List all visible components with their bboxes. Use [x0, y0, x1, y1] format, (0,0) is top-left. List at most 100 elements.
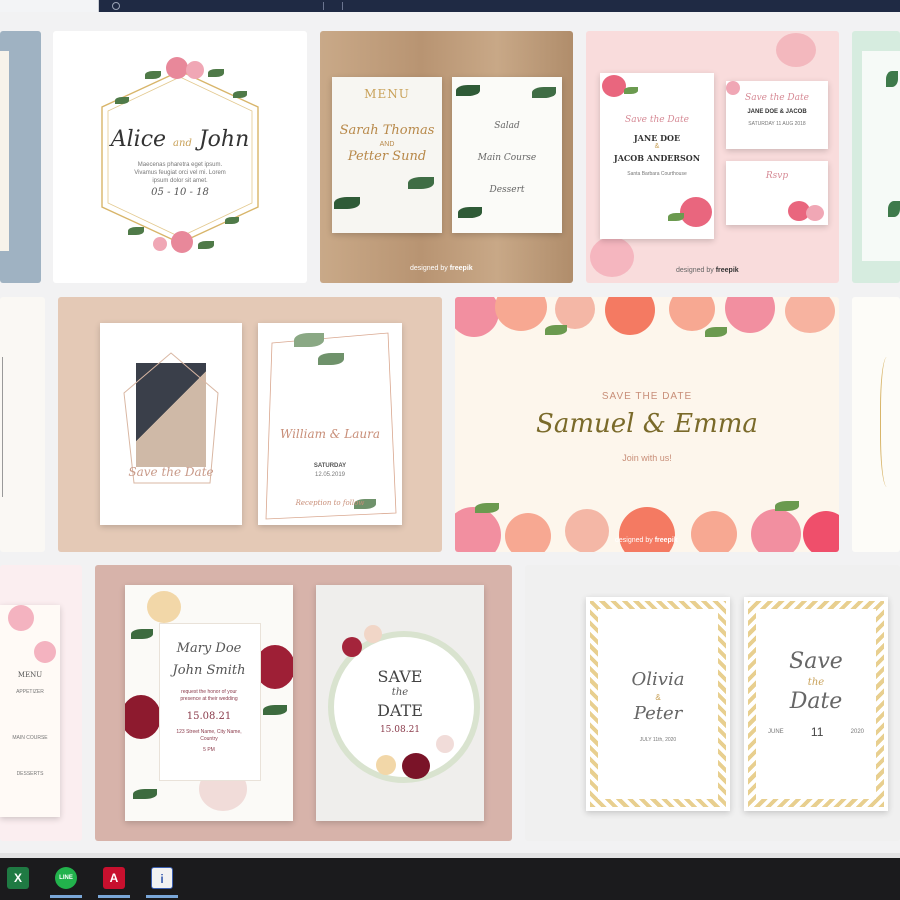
rose-decoration [153, 237, 167, 251]
save-word: Save [789, 649, 843, 674]
wedding-date: 15.08.21 [186, 711, 232, 722]
leaf-decoration [624, 87, 638, 94]
browser-top-bar [0, 0, 900, 12]
menu-card-inside: Salad Main Course Dessert [452, 77, 562, 233]
couple-names: Alice and John [53, 127, 307, 152]
taskbar-item-acrobat[interactable]: A [96, 862, 132, 898]
wedding-day: SATURDAY [313, 463, 347, 469]
course-salad: Salad [494, 121, 520, 131]
photo-card: Save the Date [100, 323, 242, 525]
flower-decoration [619, 507, 675, 552]
year: 2020 [850, 729, 864, 735]
leaf-decoration [532, 87, 556, 98]
rose-decoration [590, 237, 634, 277]
taskbar-item-line[interactable]: LINE [48, 862, 84, 898]
leaf-decoration [233, 91, 247, 98]
thumbnail-mint[interactable] [852, 31, 900, 283]
invitation-card: William & Laura SATURDAY 12.05.2019 Rece… [258, 323, 402, 525]
invitation-body: request the honor of your presence at th… [180, 689, 238, 702]
thumbnail-menu-watercolor[interactable]: MENU APPETIZER MAIN COURSE DESSERTS [0, 565, 82, 841]
thumbnail-william-laura[interactable]: Save the Date William & Laura SATURDAY 1… [58, 297, 442, 552]
leaf-decoration [225, 217, 239, 224]
and-word: AND [379, 141, 395, 148]
flower-decoration [34, 641, 56, 663]
rose-decoration [186, 61, 204, 79]
leaf-decoration [115, 97, 129, 104]
day: 11 [810, 725, 824, 739]
month: JUNE [768, 729, 784, 735]
course-main: MAIN COURSE [12, 735, 48, 741]
leaf-decoration [775, 501, 799, 511]
date-row: JUNE 11 2020 [768, 725, 864, 739]
flower-decoration [691, 511, 737, 552]
date-word: Date [789, 689, 843, 714]
leaf-decoration [545, 325, 567, 335]
flower-decoration [455, 507, 501, 552]
bride-name: Mary Doe [176, 641, 242, 656]
leaf-decoration [705, 327, 727, 337]
couple-names: JANE DOE & JACOB [747, 109, 807, 115]
menu-label: MENU [17, 671, 43, 679]
menu-card-front: MENU Sarah Thomas AND Petter Sund [332, 77, 442, 233]
toolbar-divider [342, 2, 343, 10]
taskbar-item-excel[interactable]: X [0, 862, 36, 896]
groom-name: John Smith [172, 663, 246, 678]
leaf-decoration [133, 789, 157, 799]
thumbnail-mary-john[interactable]: Mary Doe John Smith request the honor of… [95, 565, 512, 841]
rose-decoration [171, 231, 193, 253]
invitation-card: Mary Doe John Smith request the honor of… [125, 585, 293, 821]
thumbnail-blue-gold[interactable] [0, 31, 41, 283]
rose-decoration [376, 755, 396, 775]
couple-names: Samuel & Emma [536, 409, 758, 439]
join-us: Join with us! [622, 453, 672, 463]
thumbnail-sketch[interactable] [0, 297, 45, 552]
save-the-date: Save the Date [625, 115, 689, 125]
line-icon: LINE [55, 867, 77, 889]
freepik-credit: designed by freepik [615, 537, 678, 544]
thumbnail-jane-jacob[interactable]: Save the Date JANE DOE & JACOB ANDERSON … [586, 31, 839, 283]
leaf-decoration [131, 629, 153, 639]
flower-decoration [803, 511, 839, 552]
rose-decoration [364, 625, 382, 643]
flower-decoration [751, 509, 801, 552]
reception-note: Reception to follow [295, 499, 365, 507]
leaf-decoration [208, 69, 224, 77]
save-the-date-card: Save the Date JANE DOE & JACOB SATURDAY … [726, 81, 828, 149]
leaf-decoration [198, 241, 214, 249]
rose-decoration [806, 205, 824, 221]
rose-decoration [776, 33, 816, 67]
taskbar-item-app[interactable]: i [144, 862, 180, 898]
groom-name: Peter [633, 703, 683, 724]
flower-decoration [455, 297, 499, 337]
save-the-date: Save the Date [745, 93, 809, 103]
menu-card: MENU APPETIZER MAIN COURSE DESSERTS [0, 605, 60, 817]
invitation-body: Maecenas pharetra eget ipsum. Vivamus fe… [134, 162, 226, 184]
wedding-date: JULY 11th, 2020 [639, 737, 677, 743]
bride-name: Sarah Thomas [339, 123, 435, 138]
rose-decoration [680, 197, 712, 227]
and-word: and [173, 138, 192, 149]
rose-decoration [166, 57, 188, 79]
thumbnail-samuel-emma[interactable]: SAVE THE DATE Samuel & Emma Join with us… [455, 297, 839, 552]
thumbnail-menu-greenery[interactable]: MENU Sarah Thomas AND Petter Sund Salad … [320, 31, 573, 283]
time: 5 PM [203, 747, 215, 753]
image-results-grid: Alice and John Maecenas pharetra eget ip… [0, 12, 900, 858]
browser-tab[interactable] [0, 0, 99, 12]
flower-decoration [8, 605, 34, 631]
search-icon[interactable] [112, 2, 120, 10]
acrobat-icon: A [103, 867, 125, 889]
flower-decoration [605, 297, 655, 335]
leaf-decoration [145, 71, 161, 79]
thumbnail-gold-script[interactable] [852, 297, 900, 552]
save-the-date-card: SAVE the DATE 15.08.21 [316, 585, 484, 821]
toolbar-divider [323, 2, 324, 10]
and-word: & [655, 693, 661, 702]
wedding-date: SATURDAY 11 AUG 2018 [748, 121, 806, 127]
invitation-card: Olivia & Peter JULY 11th, 2020 [586, 597, 730, 811]
rsvp-label: Rsvp [765, 171, 789, 181]
save-the-date-card: Save the Date JUNE 11 2020 [744, 597, 888, 811]
thumbnail-olivia-peter[interactable]: Olivia & Peter JULY 11th, 2020 Save the … [525, 565, 900, 841]
thumbnail-alice-john[interactable]: Alice and John Maecenas pharetra eget ip… [53, 31, 307, 283]
excel-icon: X [7, 867, 29, 889]
wedding-date: 05 - 10 - 18 [151, 187, 209, 198]
